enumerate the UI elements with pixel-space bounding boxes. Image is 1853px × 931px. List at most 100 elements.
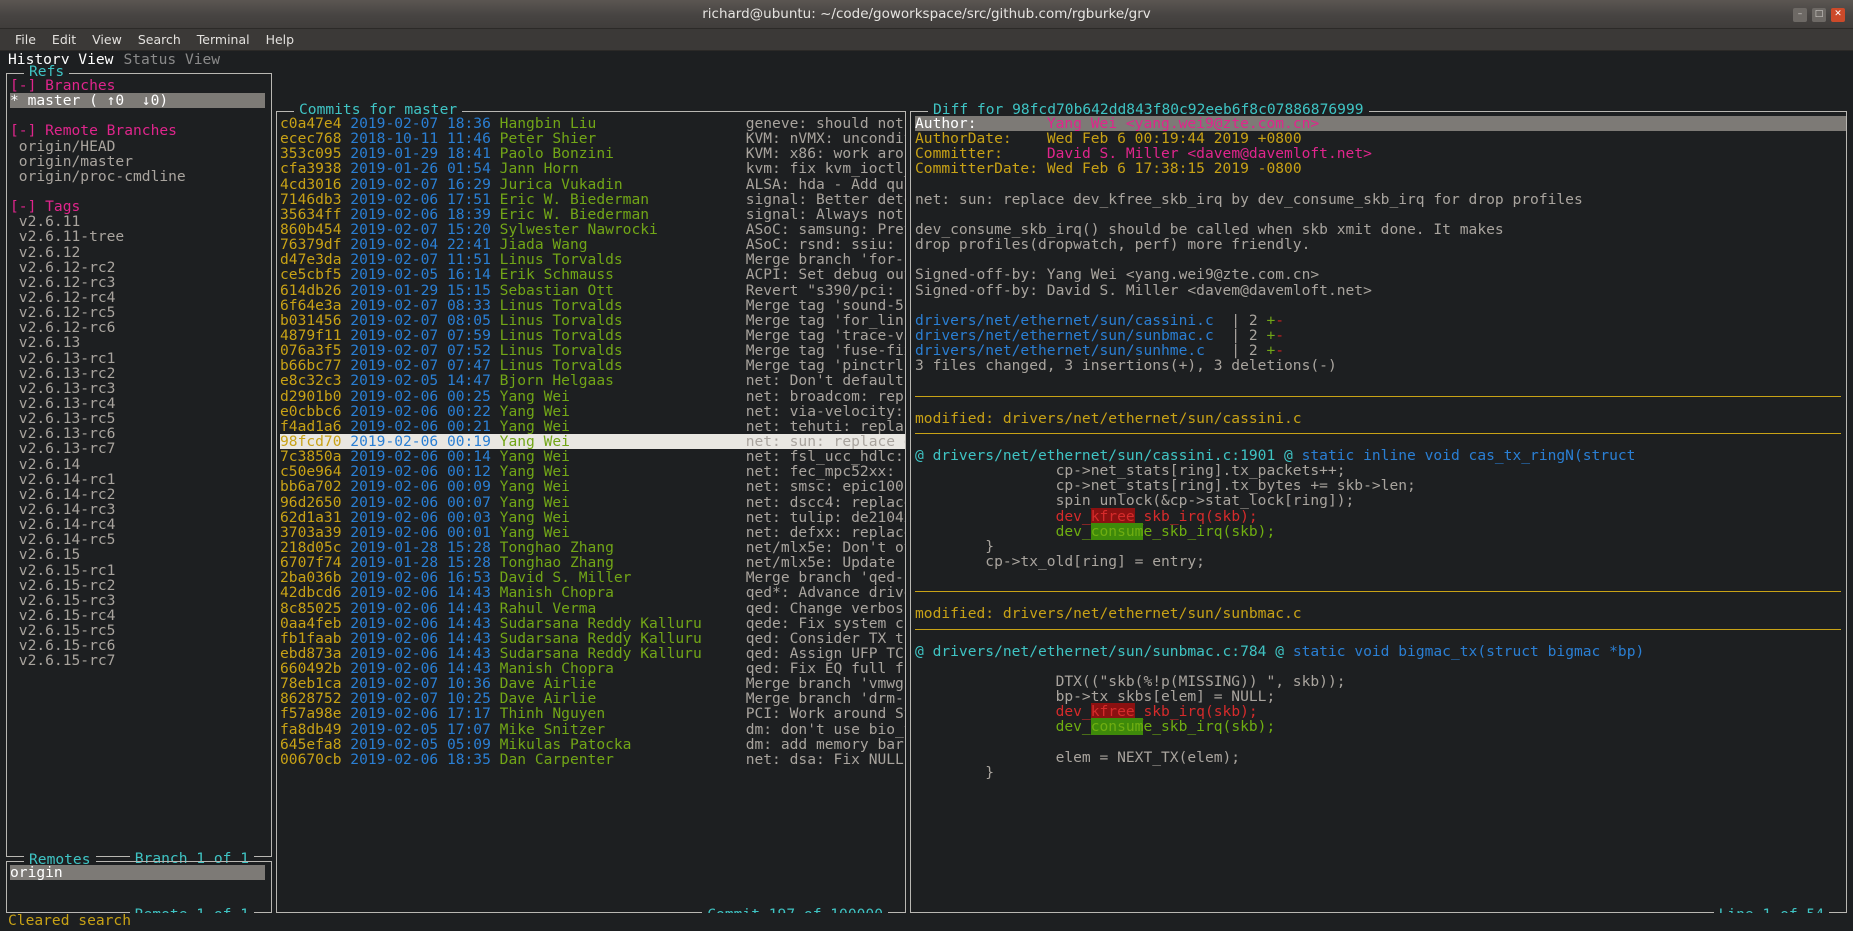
refs-item[interactable]: origin/proc-cmdline xyxy=(10,169,271,184)
table-row[interactable]: 645efa8 2019-02-05 05:09 Mikulas Patocka… xyxy=(280,737,905,752)
table-row[interactable]: 35634ff 2019-02-06 18:39 Eric W. Biederm… xyxy=(280,207,905,222)
table-row[interactable]: 76379df 2019-02-04 22:41 Jiada Wang ASoC… xyxy=(280,237,905,252)
refs-item[interactable]: v2.6.15-rc7 xyxy=(10,653,271,668)
table-row[interactable]: f57a98e 2019-02-06 17:17 Thinh Nguyen PC… xyxy=(280,706,905,721)
refs-item[interactable]: origin/master xyxy=(10,154,271,169)
refs-panel[interactable]: Refs Branch 1 of 1 [-] Branches * master … xyxy=(6,64,272,866)
table-row[interactable]: ecec768 2018-10-11 11:46 Peter Shier KVM… xyxy=(280,131,905,146)
refs-list[interactable]: [-] Branches * master ( ↑0 ↓0) [-] Remote… xyxy=(10,78,271,853)
refs-item[interactable]: v2.6.15-rc4 xyxy=(10,608,271,623)
remotes-list[interactable]: origin xyxy=(10,865,271,909)
refs-item[interactable]: v2.6.13-rc1 xyxy=(10,350,271,366)
table-row[interactable]: 0aa4feb 2019-02-06 14:43 Sudarsana Reddy… xyxy=(280,616,905,631)
refs-item[interactable]: v2.6.11 xyxy=(10,214,271,229)
refs-item[interactable]: * master ( ↑0 ↓0) xyxy=(10,93,271,109)
refs-item[interactable]: v2.6.15-rc5 xyxy=(10,623,271,638)
remotes-panel[interactable]: Remotes Remote 1 of 1 origin xyxy=(6,852,272,922)
refs-item[interactable]: v2.6.13-rc5 xyxy=(10,411,271,426)
table-row[interactable]: 7c3850a 2019-02-06 00:14 Yang Wei net: f… xyxy=(280,449,905,464)
maximize-button[interactable]: □ xyxy=(1812,7,1826,22)
refs-group-header[interactable]: [-] Remote Branches xyxy=(10,123,271,138)
menu-file[interactable]: File xyxy=(7,29,44,51)
remotes-item[interactable]: origin xyxy=(10,865,271,881)
table-row[interactable]: 076a3f5 2019-02-07 07:52 Linus Torvalds … xyxy=(280,343,905,358)
refs-item[interactable]: v2.6.15-rc2 xyxy=(10,578,271,593)
refs-item[interactable]: v2.6.13-rc7 xyxy=(10,441,271,456)
table-row[interactable]: 98fcd70 2019-02-06 00:19 Yang Wei net: s… xyxy=(280,434,905,450)
table-row[interactable]: b031456 2019-02-07 08:05 Linus Torvalds … xyxy=(280,313,905,328)
refs-item[interactable]: v2.6.14-rc1 xyxy=(10,472,271,487)
table-row[interactable]: 614db26 2019-01-29 15:15 Sebastian Ott R… xyxy=(280,282,905,298)
table-row[interactable]: b66bc77 2019-02-07 07:47 Linus Torvalds … xyxy=(280,358,905,373)
refs-item[interactable]: v2.6.14-rc4 xyxy=(10,517,271,532)
table-row[interactable]: 353c095 2019-01-29 18:41 Paolo Bonzini K… xyxy=(280,146,905,161)
table-row[interactable]: e0cbbc6 2019-02-06 00:22 Yang Wei net: v… xyxy=(280,404,905,419)
table-row[interactable]: 6707f74 2019-01-28 15:28 Tonghao Zhang n… xyxy=(280,555,905,570)
table-row[interactable]: bb6a702 2019-02-06 00:09 Yang Wei net: s… xyxy=(280,479,905,494)
table-row[interactable]: d2901b0 2019-02-06 00:25 Yang Wei net: b… xyxy=(280,388,905,404)
refs-item[interactable]: v2.6.14-rc3 xyxy=(10,502,271,517)
refs-item[interactable]: v2.6.12-rc6 xyxy=(10,320,271,335)
refs-item[interactable]: v2.6.14 xyxy=(10,456,271,472)
table-row[interactable]: 218d05c 2019-01-28 15:28 Tonghao Zhang n… xyxy=(280,540,905,555)
refs-item[interactable]: v2.6.12 xyxy=(10,244,271,260)
table-row[interactable]: 78eb1ca 2019-02-07 10:36 Dave Airlie Mer… xyxy=(280,676,905,691)
close-button[interactable]: ✕ xyxy=(1831,7,1845,22)
menu-view[interactable]: View xyxy=(84,29,130,51)
table-row[interactable]: cfa3938 2019-01-26 01:54 Jann Horn kvm: … xyxy=(280,161,905,176)
table-row[interactable]: fa8db49 2019-02-05 17:07 Mike Snitzer dm… xyxy=(280,722,905,737)
refs-item[interactable]: v2.6.13-rc2 xyxy=(10,366,271,381)
table-row[interactable]: f4ad1a6 2019-02-06 00:21 Yang Wei net: t… xyxy=(280,419,905,434)
table-row[interactable]: 3703a39 2019-02-06 00:01 Yang Wei net: d… xyxy=(280,525,905,540)
table-row[interactable]: e8c32c3 2019-02-05 14:47 Bjorn Helgaas n… xyxy=(280,373,905,388)
table-row[interactable]: 6f64e3a 2019-02-07 08:33 Linus Torvalds … xyxy=(280,298,905,313)
commits-list[interactable]: c0a47e4 2019-02-07 18:36 Hangbin Liu gen… xyxy=(280,116,905,909)
diff-context-line: } xyxy=(915,537,995,555)
table-row[interactable]: fb1faab 2019-02-06 14:43 Sudarsana Reddy… xyxy=(280,631,905,646)
refs-item[interactable]: v2.6.11-tree xyxy=(10,229,271,244)
minimize-button[interactable]: – xyxy=(1793,7,1807,22)
diff-content[interactable]: Author: Yang Wei <yang.wei9@zte.com.cn> A… xyxy=(915,116,1846,909)
refs-item[interactable]: v2.6.14-rc2 xyxy=(10,487,271,502)
table-row[interactable]: 4cd3016 2019-02-07 16:29 Jurica Vukadin … xyxy=(280,176,905,192)
table-row[interactable]: 96d2650 2019-02-06 00:07 Yang Wei net: d… xyxy=(280,494,905,510)
table-row[interactable]: 8c85025 2019-02-06 14:43 Rahul Verma qed… xyxy=(280,600,905,616)
menu-edit[interactable]: Edit xyxy=(44,29,84,51)
table-row[interactable]: 7146db3 2019-02-06 17:51 Eric W. Biederm… xyxy=(280,192,905,207)
refs-item[interactable]: v2.6.12-rc3 xyxy=(10,275,271,290)
refs-item[interactable]: v2.6.15-rc1 xyxy=(10,562,271,578)
table-row[interactable]: 00670cb 2019-02-06 18:35 Dan Carpenter n… xyxy=(280,752,905,767)
refs-item[interactable]: v2.6.12-rc4 xyxy=(10,290,271,305)
refs-item[interactable]: v2.6.15-rc3 xyxy=(10,593,271,608)
refs-item[interactable]: v2.6.13 xyxy=(10,335,271,350)
table-row[interactable]: 660492b 2019-02-06 14:43 Manish Chopra q… xyxy=(280,661,905,676)
refs-item[interactable]: v2.6.13-rc4 xyxy=(10,396,271,411)
refs-item[interactable]: v2.6.13-rc3 xyxy=(10,381,271,396)
table-row[interactable]: 42dbcd6 2019-02-06 14:43 Manish Chopra q… xyxy=(280,585,905,600)
table-row[interactable]: 62d1a31 2019-02-06 00:03 Yang Wei net: t… xyxy=(280,510,905,525)
refs-item[interactable]: v2.6.15-rc6 xyxy=(10,638,271,653)
table-row[interactable]: 2ba036b 2019-02-06 16:53 David S. Miller… xyxy=(280,570,905,585)
table-row[interactable]: ebd873a 2019-02-06 14:43 Sudarsana Reddy… xyxy=(280,646,905,661)
table-row[interactable]: c0a47e4 2019-02-07 18:36 Hangbin Liu gen… xyxy=(280,116,905,131)
refs-group-header[interactable]: [-] Tags xyxy=(10,199,271,214)
menu-help[interactable]: Help xyxy=(258,29,303,51)
refs-item[interactable]: v2.6.13-rc6 xyxy=(10,426,271,441)
refs-group-header[interactable]: [-] Branches xyxy=(10,78,271,93)
table-row[interactable]: 860b454 2019-02-07 15:20 Sylwester Nawro… xyxy=(280,222,905,237)
commits-panel[interactable]: Commits for master Commit 197 of 100000 … xyxy=(276,102,906,922)
refs-item[interactable]: v2.6.14-rc5 xyxy=(10,532,271,547)
table-row[interactable]: c50e964 2019-02-06 00:12 Yang Wei net: f… xyxy=(280,464,905,479)
refs-item[interactable]: v2.6.15 xyxy=(10,547,271,562)
tab-status-view[interactable]: Status View xyxy=(123,52,230,67)
refs-item[interactable]: v2.6.12-rc5 xyxy=(10,305,271,320)
refs-item[interactable]: v2.6.12-rc2 xyxy=(10,260,271,275)
menu-terminal[interactable]: Terminal xyxy=(189,29,258,51)
refs-item[interactable]: origin/HEAD xyxy=(10,138,271,154)
diff-panel[interactable]: Diff for 98fcd70b642dd843f80c92eeb6f8c07… xyxy=(910,102,1847,922)
table-row[interactable]: 8628752 2019-02-07 10:25 Dave Airlie Mer… xyxy=(280,691,905,706)
table-row[interactable]: 4879f11 2019-02-07 07:59 Linus Torvalds … xyxy=(280,328,905,343)
table-row[interactable]: ce5cbf5 2019-02-05 16:14 Erik Schmauss A… xyxy=(280,267,905,282)
menu-search[interactable]: Search xyxy=(130,29,189,51)
table-row[interactable]: d47e3da 2019-02-07 11:51 Linus Torvalds … xyxy=(280,252,905,267)
